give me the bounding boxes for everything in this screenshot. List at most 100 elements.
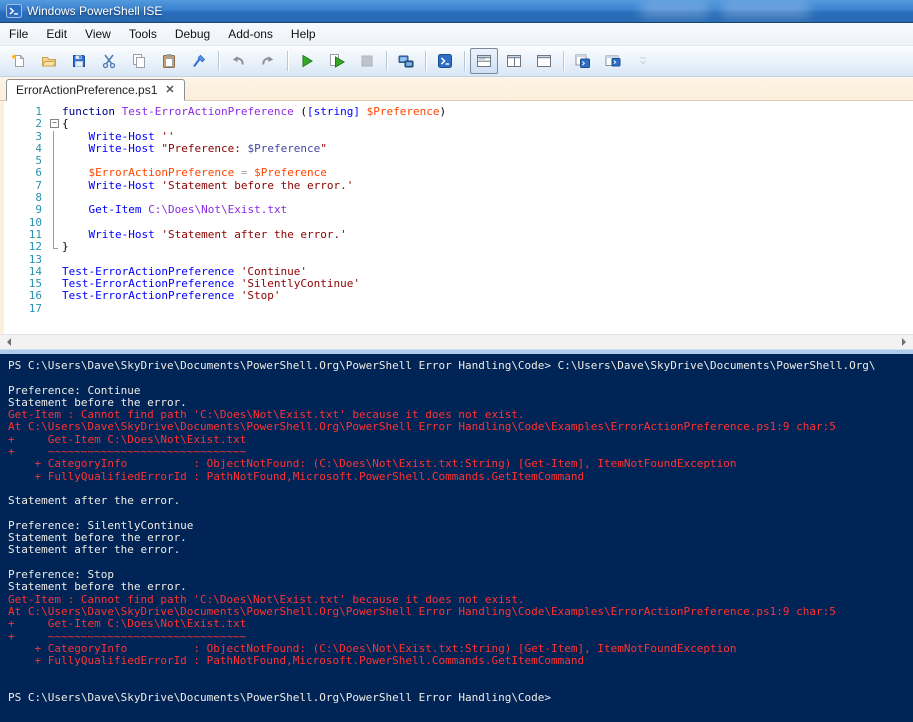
redo-button[interactable] [254,48,282,74]
show-script-pane-maximized-button[interactable] [530,48,558,74]
console-line: Statement after the error. [8,544,913,556]
line-number: 1 [4,106,49,118]
console-line [8,372,913,384]
show-script-pane-top-button[interactable] [470,48,498,74]
console-line [8,557,913,569]
titlebar-reflection [720,3,810,17]
console-line: PS C:\Users\Dave\SkyDrive\Documents\Powe… [8,360,913,372]
code-fold-marker [49,167,62,179]
menu-item-help[interactable]: Help [282,24,325,44]
line-number: 11 [4,229,49,241]
code-text: function Test-ErrorActionPreference ([st… [62,106,446,118]
menu-item-file[interactable]: File [0,24,37,44]
cut-scissors-icon [101,53,117,69]
line-number: 13 [4,254,49,266]
toolbar-separator [425,51,426,71]
editor-line: 9 Get-Item C:\Does\Not\Exist.txt [4,204,913,216]
scroll-right-arrow-icon[interactable] [902,338,910,346]
code-fold-marker [49,192,62,204]
code-fold-marker [49,229,62,241]
line-number: 7 [4,180,49,192]
editor-line: 1 function Test-ErrorActionPreference ([s… [4,106,913,118]
console-error-line: + FullyQualifiedErrorId : PathNotFound,M… [8,655,913,667]
console-error-line: + ~~~~~~~~~~~~~~~~~~~~~~~~~~~~~~ [8,631,913,643]
script-pane-max-icon [536,53,552,69]
run-selection-button[interactable] [323,48,351,74]
window-powershell-alt-icon [605,53,621,69]
new-powershell-tab-button[interactable] [569,48,597,74]
script-pane-right-icon [506,53,522,69]
editor-horizontal-scrollbar[interactable] [0,334,913,349]
editor-line: 17 [4,303,913,315]
new-script-button[interactable] [5,48,33,74]
line-number: 10 [4,217,49,229]
line-number: 4 [4,143,49,155]
paste-button[interactable] [155,48,183,74]
undo-button[interactable] [224,48,252,74]
console-line [8,667,913,679]
run-selection-icon [329,53,345,69]
code-text: Write-Host 'Statement after the error.' [62,229,347,241]
clear-console-pane-button[interactable] [185,48,213,74]
run-script-button[interactable] [293,48,321,74]
code-fold-gutter [49,303,62,315]
new-remote-powershell-tab-button[interactable] [392,48,420,74]
overflow-chevron-icon [638,53,648,69]
cut-button[interactable] [95,48,123,74]
code-fold-marker [49,241,62,253]
code-fold-marker[interactable]: − [49,118,62,130]
window-title: Windows PowerShell ISE [27,4,162,18]
stop-square-icon [359,53,375,69]
code-fold-gutter [49,290,62,302]
scroll-left-arrow-icon[interactable] [3,338,11,346]
console-error-line: At C:\Users\Dave\SkyDrive\Documents\Powe… [8,421,913,433]
menu-item-debug[interactable]: Debug [166,24,219,44]
app-icon [6,4,22,18]
line-number: 12 [4,241,49,253]
powershell-console-icon [437,53,453,69]
title-bar[interactable]: Windows PowerShell ISE [0,0,913,23]
console-output-pane[interactable]: PS C:\Users\Dave\SkyDrive\Documents\Powe… [0,354,913,722]
tab-label: ErrorActionPreference.ps1 [16,83,157,97]
toolbar-separator [464,51,465,71]
code-text: Write-Host 'Statement before the error.' [62,180,353,192]
copy-icon [131,53,147,69]
titlebar-reflection [640,3,710,17]
line-number: 16 [4,290,49,302]
show-powershell-tab-button[interactable] [599,48,627,74]
powershell-ise-window: Windows PowerShell ISE FileEditViewTools… [0,0,913,722]
editor-line: 12} [4,241,913,253]
copy-button[interactable] [125,48,153,74]
code-fold-marker [49,217,62,229]
toolbar-overflow-button [629,48,657,74]
menu-item-edit[interactable]: Edit [37,24,76,44]
code-fold-gutter [49,106,62,118]
save-script-button[interactable] [65,48,93,74]
console-line: PS C:\Users\Dave\SkyDrive\Documents\Powe… [8,692,913,704]
start-powershell-exe-button[interactable] [431,48,459,74]
tab-erroractionpreference[interactable]: ErrorActionPreference.ps1 ✕ [6,79,185,101]
open-folder-icon [41,53,57,69]
clear-pane-icon [191,53,207,69]
line-number: 5 [4,155,49,167]
menu-item-tools[interactable]: Tools [120,24,166,44]
code-fold-marker [49,131,62,143]
console-error-line: + CategoryInfo : ObjectNotFound: (C:\Doe… [8,458,913,470]
open-script-button[interactable] [35,48,63,74]
stop-operation-button [353,48,381,74]
editor-line: 7 Write-Host 'Statement before the error… [4,180,913,192]
menu-item-addons[interactable]: Add-ons [219,24,282,44]
console-error-line: + FullyQualifiedErrorId : PathNotFound,M… [8,471,913,483]
line-number: 9 [4,204,49,216]
show-script-pane-right-button[interactable] [500,48,528,74]
menu-item-view[interactable]: View [76,24,120,44]
script-editor-pane[interactable]: 1 function Test-ErrorActionPreference ([s… [0,101,913,334]
toolbar-separator [218,51,219,71]
run-play-icon [299,53,315,69]
window-powershell-icon [575,53,591,69]
toolbar [0,46,913,77]
script-pane-top-icon [476,53,492,69]
line-number: 17 [4,303,49,315]
console-error-line: + Get-Item C:\Does\Not\Exist.txt [8,618,913,630]
tab-close-icon[interactable]: ✕ [165,85,174,96]
